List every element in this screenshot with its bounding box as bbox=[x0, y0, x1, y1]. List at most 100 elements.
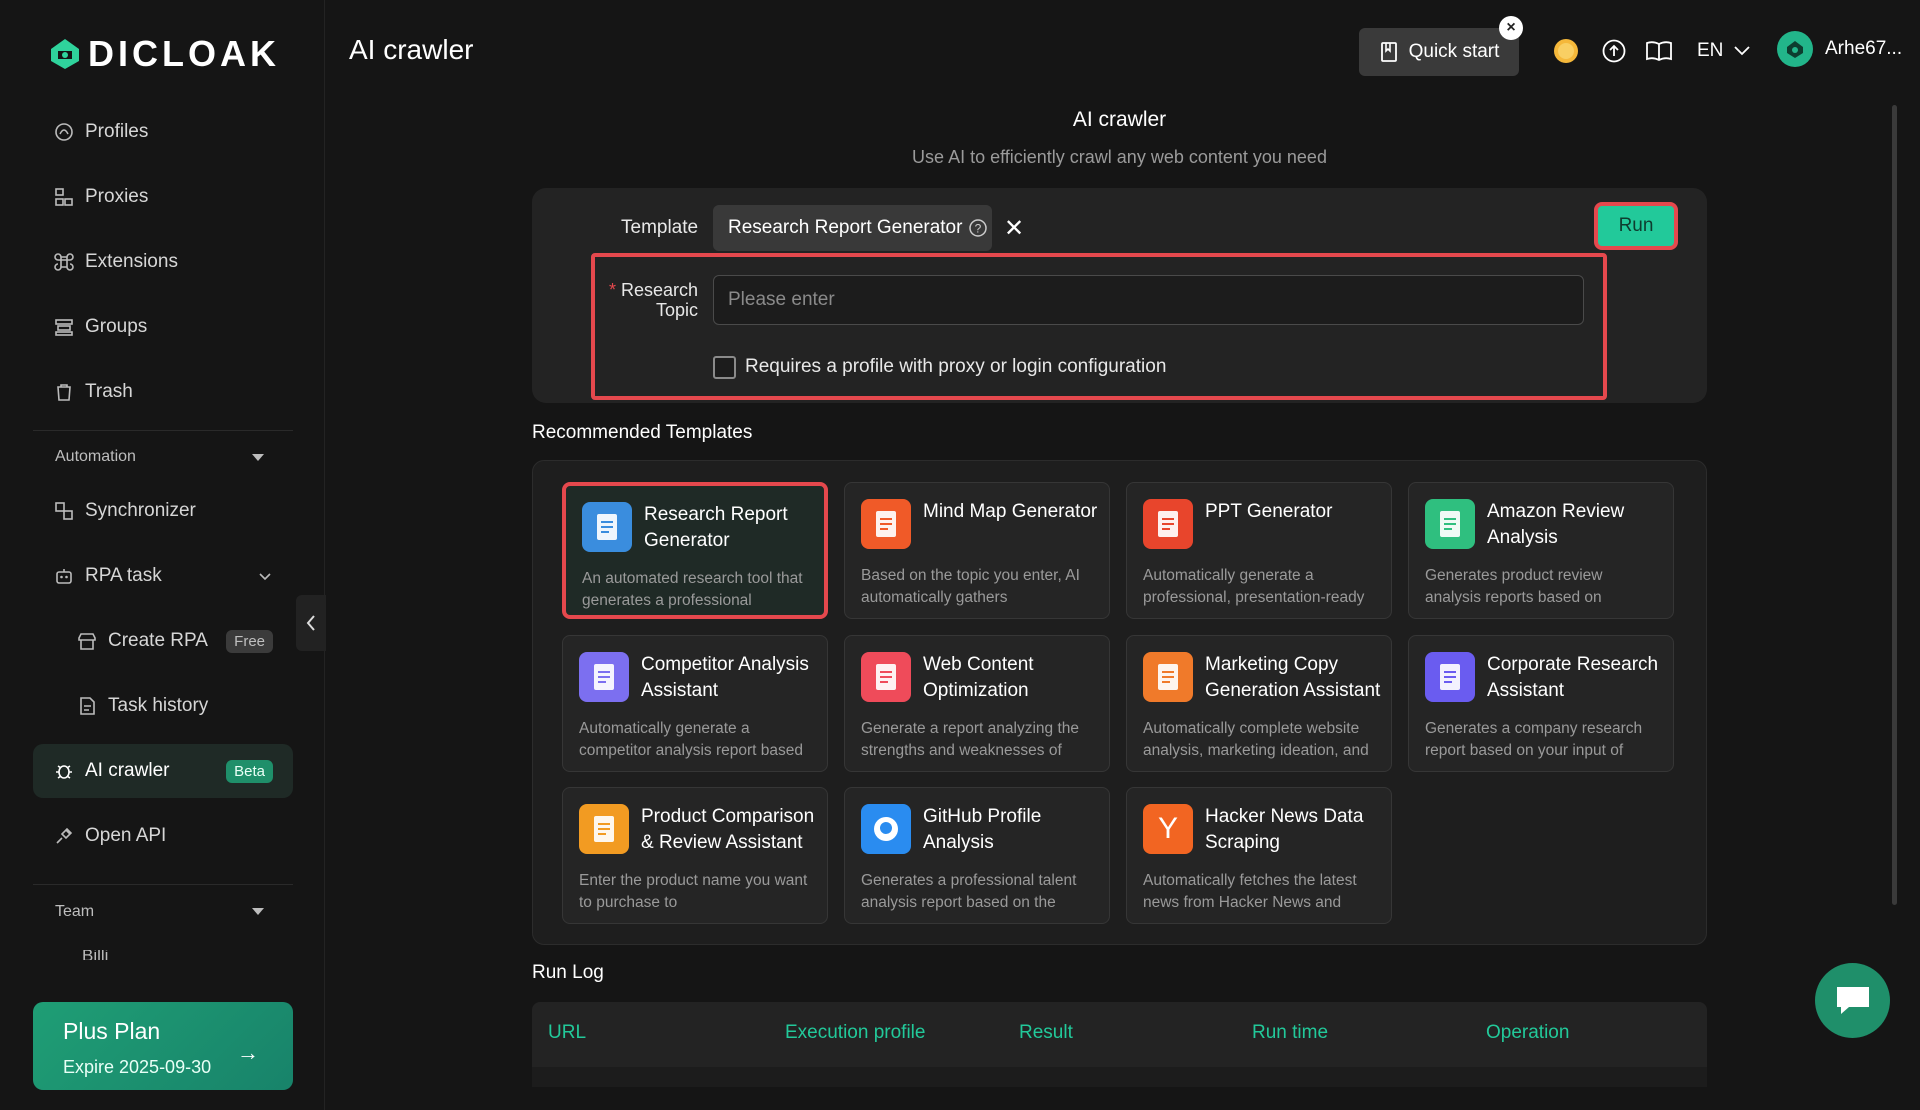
template-card-corporate-research-assistant[interactable]: Corporate Research Assistant Generates a … bbox=[1408, 635, 1674, 772]
template-card-mind-map-generator[interactable]: Mind Map Generator Based on the topic you… bbox=[844, 482, 1110, 619]
sidebar-item-profiles[interactable]: Profiles bbox=[33, 105, 293, 159]
open-book-icon[interactable] bbox=[1645, 38, 1673, 64]
sidebar-item-create-rpa[interactable]: Create RPA Free bbox=[56, 614, 293, 668]
sidebar-item-extensions[interactable]: Extensions bbox=[33, 235, 293, 289]
template-card-title: Research Report Generator bbox=[644, 504, 788, 551]
template-card-product-comparison-review-assistant[interactable]: Product Comparison & Review Assistant Ent… bbox=[562, 787, 828, 924]
template-card-description: Enter the product name you want to purch… bbox=[579, 872, 808, 911]
section-subtitle: Use AI to efficiently crawl any web cont… bbox=[912, 147, 1327, 167]
support-chat-button[interactable] bbox=[1815, 963, 1890, 1038]
bug-icon bbox=[56, 765, 72, 779]
template-card-title: GitHub Profile Analysis bbox=[923, 806, 1042, 853]
template-selector-value: Research Report Generator bbox=[728, 217, 963, 238]
hacker-news-icon: Y bbox=[1143, 804, 1193, 854]
language-selector[interactable]: EN bbox=[1697, 40, 1751, 62]
column-url[interactable]: URL bbox=[548, 1022, 586, 1044]
template-card-github-profile-analysis[interactable]: GitHub Profile Analysis Generates a profe… bbox=[844, 787, 1110, 924]
page-title: AI crawler bbox=[349, 34, 474, 65]
coin-icon[interactable] bbox=[1551, 36, 1581, 66]
recommended-templates-title: Recommended Templates bbox=[532, 422, 753, 443]
sidebar-item-billing-partial[interactable]: Billi bbox=[55, 950, 295, 960]
template-card-competitor-analysis-assistant[interactable]: Competitor Analysis Assistant Automatical… bbox=[562, 635, 828, 772]
plan-title: Plus Plan bbox=[63, 1018, 161, 1044]
svg-text:?: ? bbox=[975, 222, 982, 236]
template-card-web-content-optimization[interactable]: Web Content Optimization Generate a repor… bbox=[844, 635, 1110, 772]
sidebar-item-label: Groups bbox=[85, 316, 148, 337]
research-topic-label-line2: Topic bbox=[655, 300, 698, 320]
mind-map-icon bbox=[861, 499, 911, 549]
user-name: Arhe67... bbox=[1825, 38, 1903, 59]
sidebar-item-label: RPA task bbox=[85, 565, 162, 586]
scrollbar[interactable] bbox=[1892, 105, 1897, 905]
sidebar-item-label: Create RPA bbox=[108, 630, 208, 651]
run-log-title: Run Log bbox=[532, 962, 604, 983]
brand-logo[interactable]: DICLOAK bbox=[48, 33, 280, 75]
robot-icon bbox=[56, 569, 72, 584]
research-topic-input[interactable] bbox=[713, 275, 1584, 325]
sidebar-item-label: Extensions bbox=[85, 251, 178, 272]
clear-template-icon[interactable]: ✕ bbox=[1004, 214, 1024, 243]
sidebar-item-synchronizer[interactable]: Synchronizer bbox=[33, 484, 293, 538]
template-card-title: Hacker News Data Scraping bbox=[1205, 806, 1364, 853]
topbar-actions: Quick start × bbox=[1359, 16, 1523, 76]
required-asterisk: * bbox=[608, 280, 621, 300]
template-card-amazon-review-analysis[interactable]: Amazon Review Analysis Generates product … bbox=[1408, 482, 1674, 619]
template-card-title: Marketing Copy Generation Assistant bbox=[1205, 654, 1381, 701]
document-icon bbox=[582, 502, 632, 552]
template-card-ppt-generator[interactable]: PPT Generator Automatically generate a pr… bbox=[1126, 482, 1392, 619]
beta-badge: Beta bbox=[226, 759, 273, 783]
template-card-description: Automatically generate a professional, p… bbox=[1143, 567, 1365, 606]
chart-icon bbox=[579, 652, 629, 702]
template-card-description: Generates a professional talent analysis… bbox=[861, 872, 1077, 911]
sidebar-item-proxies[interactable]: Proxies bbox=[33, 170, 293, 224]
template-selector[interactable]: Research Report Generator ? bbox=[713, 205, 992, 251]
template-card-marketing-copy-generation-assistant[interactable]: Marketing Copy Generation Assistant Autom… bbox=[1126, 635, 1392, 772]
template-card-description: An automated research tool that generate… bbox=[582, 570, 803, 609]
column-execution-profile[interactable]: Execution profile bbox=[785, 1022, 925, 1044]
plus-plan-card[interactable]: Plus Plan Expire 2025-09-30 → bbox=[33, 1002, 293, 1090]
sidebar-item-open-api[interactable]: Open API bbox=[33, 809, 293, 863]
run-button[interactable]: Run bbox=[1594, 202, 1678, 250]
column-operation[interactable]: Operation bbox=[1486, 1022, 1569, 1044]
sidebar-item-rpa-task[interactable]: RPA task bbox=[33, 549, 293, 603]
chevron-down-icon bbox=[1734, 46, 1751, 56]
book-icon bbox=[1380, 42, 1397, 62]
upload-icon[interactable] bbox=[1601, 38, 1627, 64]
fingerprint-icon bbox=[55, 123, 73, 141]
arrow-right-icon: → bbox=[237, 1040, 259, 1065]
caret-down-icon[interactable] bbox=[252, 454, 264, 461]
store-icon bbox=[78, 633, 96, 650]
template-card-description: Generates product review analysis report… bbox=[1425, 567, 1603, 606]
sidebar-item-label: Profiles bbox=[85, 121, 149, 142]
proxy-profile-checkbox[interactable] bbox=[713, 356, 736, 379]
network-icon bbox=[55, 188, 73, 206]
sidebar-item-label: Synchronizer bbox=[85, 500, 196, 521]
quick-start-button[interactable]: Quick start × bbox=[1359, 16, 1523, 76]
trash-icon bbox=[57, 384, 71, 401]
sidebar-item-ai-crawler[interactable]: AI crawler Beta bbox=[33, 744, 293, 798]
template-card-title: PPT Generator bbox=[1205, 501, 1333, 522]
layers-icon bbox=[55, 319, 73, 336]
chevron-down-icon[interactable] bbox=[257, 568, 273, 584]
document-icon bbox=[80, 697, 95, 715]
sidebar-item-label: Billi bbox=[82, 950, 109, 960]
sync-icon bbox=[55, 502, 73, 520]
close-icon[interactable]: × bbox=[1499, 16, 1523, 40]
research-topic-label: * Research Topic bbox=[605, 280, 698, 320]
column-run-time[interactable]: Run time bbox=[1252, 1022, 1328, 1044]
template-card-title: Mind Map Generator bbox=[923, 501, 1098, 522]
template-card-hacker-news-data-scraping[interactable]: Y Hacker News Data Scraping Automatically … bbox=[1126, 787, 1392, 924]
section-title: AI crawler bbox=[1072, 108, 1167, 131]
template-card-title: Corporate Research Assistant bbox=[1487, 654, 1659, 701]
sidebar-item-groups[interactable]: Groups bbox=[33, 300, 293, 354]
template-card-research-report-generator[interactable]: Research Report Generator An automated re… bbox=[562, 482, 828, 619]
user-menu[interactable]: Arhe67... bbox=[1777, 31, 1902, 67]
help-icon[interactable]: ? bbox=[968, 218, 988, 238]
sidebar-item-trash[interactable]: Trash bbox=[33, 365, 293, 419]
column-result[interactable]: Result bbox=[1019, 1022, 1073, 1044]
collapse-sidebar-button[interactable] bbox=[296, 595, 326, 651]
github-icon bbox=[861, 804, 911, 854]
sidebar-item-task-history[interactable]: Task history bbox=[56, 679, 293, 733]
caret-down-icon[interactable] bbox=[252, 908, 264, 915]
divider bbox=[33, 884, 293, 885]
